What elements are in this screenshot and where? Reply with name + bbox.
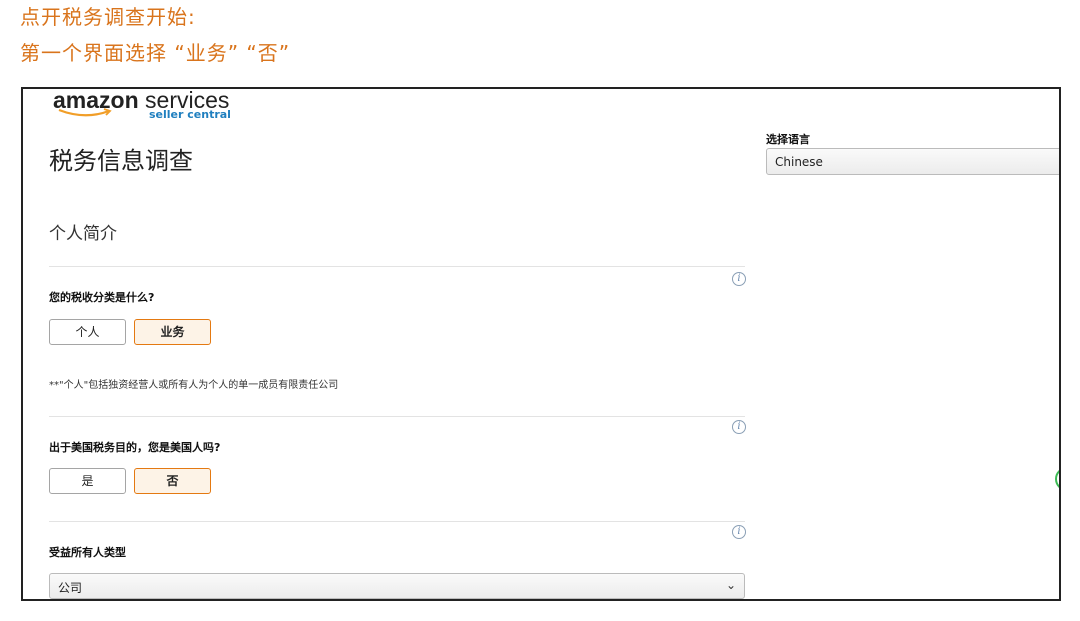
option-yes-button[interactable]: 是 [49, 468, 126, 494]
divider [49, 521, 745, 522]
screenshot-frame: amazon services seller central 税务信息调查 选择… [21, 87, 1061, 601]
divider [49, 266, 745, 267]
page-title: 税务信息调查 [49, 147, 193, 175]
beneficial-owner-select[interactable]: 公司 ⌄ [49, 573, 745, 599]
individual-note: **"个人"包括独资经营人或所有人为个人的单一成员有限责任公司 [49, 380, 339, 391]
tax-classification-question: 您的税收分类是什么? [49, 291, 155, 304]
amazon-smile-icon [58, 108, 112, 117]
option-no-button[interactable]: 否 [134, 468, 211, 494]
info-icon[interactable]: i [732, 272, 746, 286]
language-select[interactable]: Chinese [766, 148, 1059, 175]
amazon-services-logo: amazon services seller central [53, 89, 231, 121]
divider [49, 416, 745, 417]
option-business-button[interactable]: 业务 [134, 319, 211, 345]
caption-line-1: 点开税务调查开始: [20, 5, 196, 29]
side-widget-icon[interactable] [1055, 467, 1059, 491]
info-icon[interactable]: i [732, 525, 746, 539]
beneficial-owner-label: 受益所有人类型 [49, 546, 126, 559]
caption-line-2: 第一个界面选择 “业务” “否” [20, 41, 291, 65]
beneficial-owner-value: 公司 [58, 581, 83, 595]
chevron-down-icon: ⌄ [725, 578, 736, 592]
us-person-question: 出于美国税务目的，您是美国人吗? [49, 441, 221, 454]
section-title: 个人简介 [49, 224, 117, 244]
language-label: 选择语言 [766, 133, 810, 146]
info-icon[interactable]: i [732, 420, 746, 434]
option-individual-button[interactable]: 个人 [49, 319, 126, 345]
logo-subtitle: seller central [149, 108, 231, 121]
